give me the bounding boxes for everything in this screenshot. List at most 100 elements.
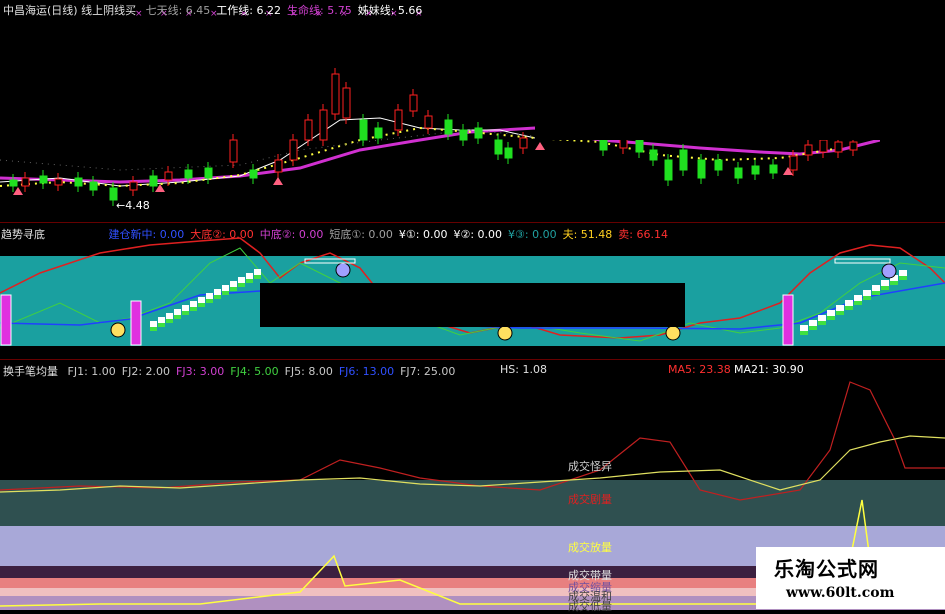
magenta-pillar [0, 294, 12, 346]
candlestick [164, 171, 173, 181]
candlestick [204, 167, 213, 179]
candlestick [304, 119, 313, 141]
trend-block [182, 305, 189, 311]
trend-block [836, 305, 844, 311]
trend-block-green [881, 286, 889, 290]
candlestick [519, 137, 528, 149]
band-label-abnormal: 成交怪异 [568, 460, 612, 473]
ma5-readout: MA5: 23.38 [668, 363, 731, 376]
candlestick [129, 181, 138, 191]
low-price-value: 4.48 [125, 199, 150, 212]
trend-block-green [836, 311, 844, 315]
trend-block [246, 273, 253, 279]
smiley-icon [335, 262, 351, 278]
trend-block-green [254, 275, 261, 279]
candlestick [74, 177, 83, 187]
ma21-value: 30.90 [772, 363, 804, 376]
price-indicator-item: 工作线: 6.22 [216, 4, 281, 17]
trend-block [190, 301, 197, 307]
candlestick [734, 167, 743, 179]
trend-block-green [800, 331, 808, 335]
trend-title: 趋势寻底 [1, 228, 45, 241]
trend-block [854, 295, 862, 301]
trend-indicator-item: 中底②: 0.00 [259, 228, 324, 241]
candlestick [819, 139, 828, 153]
candlestick [409, 94, 418, 112]
smiley-icon [110, 322, 126, 338]
magenta-pillar [782, 294, 794, 346]
trend-block-green [818, 321, 826, 325]
black-overlay-top2 [880, 140, 945, 160]
trend-block [206, 293, 213, 299]
band-label-expand: 成交放量 [568, 541, 612, 554]
candlestick [249, 169, 258, 179]
candlestick [149, 175, 158, 187]
black-overlay-top [535, 0, 945, 140]
volume-indicator-item: FJ5: 8.00 [284, 365, 333, 378]
trend-block-green [238, 283, 245, 287]
trend-indicator-item: ¥①: 0.00 [398, 228, 448, 241]
candlestick [444, 119, 453, 135]
trend-block-green [845, 306, 853, 310]
price-header: 中昌海运(日线) 线上阴线买 七天线: 6.45 工作线: 6.22 生命线: 5.… [3, 2, 434, 18]
candlestick [679, 149, 688, 171]
trend-block [222, 285, 229, 291]
candlestick [9, 179, 18, 187]
trend-block [254, 269, 261, 275]
trend-block-green [150, 327, 157, 331]
trend-block-green [230, 287, 237, 291]
trend-block-green [809, 326, 817, 330]
candlestick [342, 87, 351, 119]
trend-block-green [827, 316, 835, 320]
candlestick [504, 147, 513, 159]
candlestick [649, 149, 658, 161]
stock-title: 中昌海运(日线) 线上阴线买 [3, 4, 137, 17]
smiley-icon [881, 263, 897, 279]
candlestick [664, 159, 673, 181]
candlestick [374, 127, 383, 139]
trend-block [150, 321, 157, 327]
volume-indicator-item: FJ3: 3.00 [176, 365, 225, 378]
hs-label: HS: [500, 363, 519, 376]
trend-block-green [214, 295, 221, 299]
trend-block-green [182, 311, 189, 315]
candlestick [697, 159, 706, 179]
volume-indicator-item: FJ1: 1.00 [67, 365, 116, 378]
volume-title: 换手笔均量 [3, 365, 58, 378]
candlestick [359, 119, 368, 141]
magenta-pillar [130, 300, 142, 346]
candlestick [229, 139, 238, 163]
hs-value: 1.08 [522, 363, 547, 376]
candlestick [289, 139, 298, 161]
trend-block-green [166, 319, 173, 323]
trend-block-green [190, 307, 197, 311]
candlestick [599, 139, 608, 151]
trend-block-green [198, 303, 205, 307]
price-indicator-item: 姊妹线: 5.66 [357, 4, 423, 17]
trend-block-green [246, 279, 253, 283]
trend-block [198, 297, 205, 303]
trend-header: 趋势寻底 建仓新中: 0.00 大底②: 0.00 中底②: 0.00 短底①: 0.… [1, 226, 680, 242]
volume-indicator-item: FJ7: 25.00 [400, 365, 456, 378]
candlestick [89, 181, 98, 191]
trend-indicator-item: 建仓新中: 0.00 [108, 228, 185, 241]
low-price-marker: ←4.48 [116, 199, 150, 212]
buy-marker [13, 187, 23, 195]
candlestick [474, 127, 483, 139]
band-label-low: 成交低量 [568, 600, 612, 613]
trend-block-green [854, 301, 862, 305]
candlestick [274, 159, 283, 173]
price-indicator-item: 生命线: 5.75 [287, 4, 352, 17]
trend-block-green [872, 291, 880, 295]
trend-block [899, 270, 907, 276]
candlestick [834, 141, 843, 153]
candlestick [39, 175, 48, 184]
candlestick [424, 115, 433, 129]
trend-block-green [890, 281, 898, 285]
candlestick [714, 159, 723, 171]
volume-indicator-item: FJ4: 5.00 [230, 365, 279, 378]
trend-block [872, 285, 880, 291]
trend-block-green [863, 296, 871, 300]
candlestick [789, 155, 798, 171]
buy-marker [273, 177, 283, 185]
